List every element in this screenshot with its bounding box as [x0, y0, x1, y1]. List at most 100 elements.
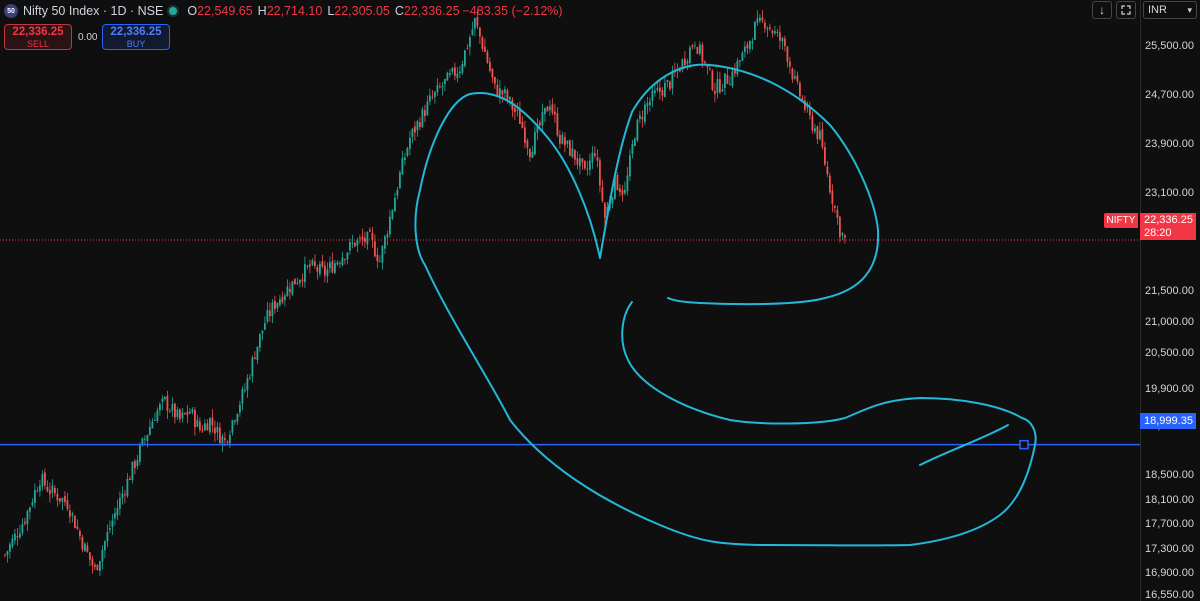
candle	[231, 420, 234, 433]
candle	[761, 17, 764, 21]
candle	[709, 68, 711, 70]
candle	[331, 261, 334, 273]
candle	[181, 412, 184, 418]
high-label: H	[257, 4, 267, 18]
low-label: L	[327, 4, 335, 18]
price-tick-13: 16,900.00	[1145, 567, 1194, 580]
candle	[794, 76, 796, 79]
candle	[144, 438, 146, 440]
line-anchor-handle[interactable]	[1019, 439, 1029, 450]
buy-label: BUY	[126, 39, 146, 49]
candle	[744, 46, 746, 52]
scroll-down-button[interactable]: ↓	[1092, 1, 1112, 19]
candle	[51, 485, 54, 493]
sell-button[interactable]: 22,336.25 SELL	[4, 24, 72, 50]
candle	[564, 137, 566, 146]
fullscreen-button[interactable]	[1116, 1, 1136, 19]
chart-area[interactable]: 50 Nifty 50 Index · 1D · NSE O 22,549.65 …	[0, 0, 1140, 601]
candle	[524, 127, 526, 143]
candle	[11, 538, 14, 547]
candle	[839, 216, 841, 238]
candle	[699, 44, 701, 54]
candle	[459, 71, 461, 74]
candle	[486, 51, 489, 63]
candle	[184, 413, 186, 414]
candle	[441, 86, 444, 88]
candle	[496, 84, 499, 97]
bar-countdown: 28:20	[1144, 227, 1172, 239]
candle	[241, 389, 244, 404]
candle	[114, 513, 116, 519]
brush-stroke-left-arc[interactable]	[419, 63, 880, 306]
candle	[119, 497, 121, 509]
candle	[824, 146, 826, 165]
freehand-drawing[interactable]	[414, 63, 1037, 547]
candle	[841, 233, 844, 235]
price-tick-6: 20,500.00	[1145, 346, 1194, 359]
candle	[156, 410, 159, 421]
candle	[224, 438, 226, 441]
candle	[319, 263, 321, 275]
candle	[819, 130, 821, 140]
candle	[244, 389, 246, 391]
candle	[509, 97, 511, 100]
candle	[701, 44, 704, 63]
currency-select[interactable]: INR ▾	[1143, 1, 1197, 19]
candle-series	[4, 9, 846, 577]
candle	[346, 252, 349, 260]
candle	[256, 346, 259, 361]
candle	[169, 411, 171, 413]
candle	[814, 128, 816, 132]
candle	[424, 110, 426, 117]
candle	[191, 409, 194, 413]
candle	[489, 61, 491, 71]
candle	[279, 299, 281, 305]
candle	[569, 140, 571, 156]
symbol-title[interactable]: Nifty 50 Index · 1D · NSE	[23, 4, 163, 18]
candle	[46, 486, 49, 492]
candle	[779, 32, 781, 41]
candle	[101, 549, 104, 562]
candle	[99, 561, 101, 571]
candle	[299, 279, 301, 284]
candle	[166, 395, 169, 411]
buy-button[interactable]: 22,336.25 BUY	[102, 24, 170, 50]
candlestick-chart[interactable]	[0, 0, 1140, 601]
line-price-tag[interactable]: 18,999.35	[1140, 413, 1196, 429]
candle	[64, 496, 66, 502]
candle	[216, 426, 219, 433]
candle	[364, 237, 366, 242]
price-axis[interactable]: 25,500.00 24,700.00 23,900.00 23,100.00 21,5…	[1140, 0, 1200, 601]
candle	[521, 121, 524, 128]
candle	[589, 160, 591, 170]
brush-stroke-lower-loop[interactable]	[414, 189, 1037, 547]
candle	[419, 122, 421, 128]
candle	[239, 404, 241, 413]
candle	[516, 109, 519, 111]
open-label: O	[187, 4, 198, 18]
candle	[456, 73, 459, 79]
price-tick-4: 21,500.00	[1145, 285, 1194, 298]
candle	[844, 235, 846, 238]
candle	[349, 241, 351, 251]
candle	[329, 262, 331, 269]
candle	[296, 282, 299, 285]
candle	[214, 427, 216, 434]
candle	[484, 46, 486, 52]
candle	[566, 140, 569, 144]
candle	[684, 58, 686, 66]
candle	[404, 157, 406, 160]
candle	[499, 88, 501, 97]
candle	[661, 90, 664, 96]
candle	[371, 232, 374, 240]
candle	[826, 166, 829, 175]
candle	[106, 531, 109, 542]
candle	[829, 175, 831, 193]
candle	[581, 158, 584, 163]
candle	[464, 50, 466, 66]
candle	[311, 260, 314, 265]
candle	[666, 80, 669, 82]
candle	[74, 515, 76, 529]
candle	[711, 70, 714, 90]
candle	[611, 197, 614, 204]
